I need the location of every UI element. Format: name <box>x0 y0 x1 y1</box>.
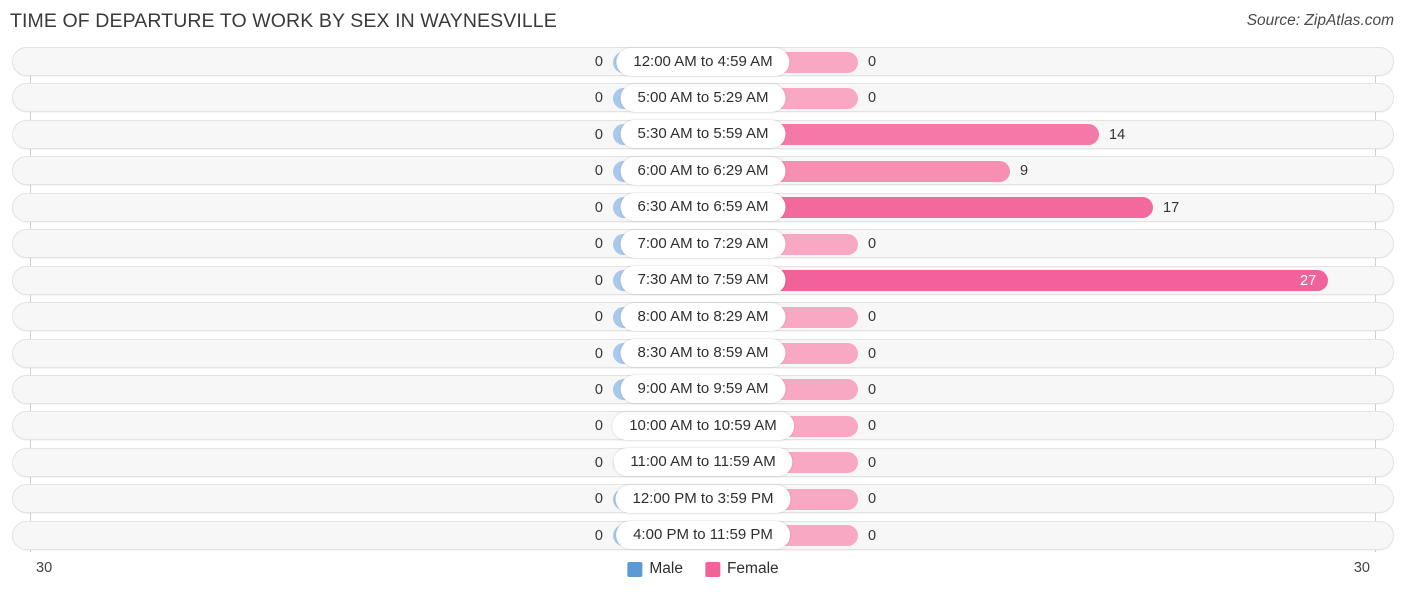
male-value-label: 0 <box>594 527 603 544</box>
page-title: TIME OF DEPARTURE TO WORK BY SEX IN WAYN… <box>10 10 557 32</box>
chart-row: 0 0 12:00 AM to 4:59 AM <box>0 46 1406 77</box>
category-label: 8:30 AM to 8:59 AM <box>620 339 786 367</box>
chart-footer: 30 30 Male Female <box>0 551 1406 595</box>
category-label: 7:30 AM to 7:59 AM <box>620 266 786 295</box>
male-value-label: 0 <box>594 236 603 253</box>
legend-item-male[interactable]: Male <box>627 560 683 578</box>
female-value-label: 14 <box>1109 126 1126 143</box>
female-value-label: 0 <box>868 381 877 398</box>
male-value-label: 0 <box>594 199 603 216</box>
chart-rows: 0 0 12:00 AM to 4:59 AM 0 0 5:00 AM to 5:29 A… <box>0 46 1406 556</box>
male-value-label: 0 <box>594 126 603 143</box>
chart-row: 0 0 11:00 AM to 11:59 AM <box>0 447 1406 478</box>
female-value-label: 0 <box>868 454 877 471</box>
female-value-label: 0 <box>868 90 877 107</box>
category-label: 9:00 AM to 9:59 AM <box>620 375 786 404</box>
female-value-label: 9 <box>1020 163 1029 180</box>
category-label: 8:00 AM to 8:29 AM <box>620 302 786 331</box>
female-value-label: 0 <box>868 236 877 253</box>
category-label: 7:00 AM to 7:29 AM <box>620 229 786 258</box>
female-value-label: 0 <box>868 309 877 326</box>
chart-row: 0 0 8:30 AM to 8:59 AM <box>0 338 1406 369</box>
legend-item-female[interactable]: Female <box>704 560 779 578</box>
source-attribution: Source: ZipAtlas.com <box>1246 12 1394 29</box>
male-value-label: 0 <box>594 345 603 362</box>
male-value-label: 0 <box>594 418 603 435</box>
category-label: 5:30 AM to 5:59 AM <box>620 120 786 149</box>
chart-row: 0 0 4:00 PM to 11:59 PM <box>0 520 1406 551</box>
legend-swatch-icon <box>704 561 720 577</box>
category-label: 4:00 PM to 11:59 PM <box>616 521 790 550</box>
male-value-label: 0 <box>594 454 603 471</box>
chart-row: 0 27 7:30 AM to 7:59 AM <box>0 265 1406 296</box>
category-label: 11:00 AM to 11:59 AM <box>613 448 793 477</box>
chart-row: 0 0 10:00 AM to 10:59 AM <box>0 410 1406 441</box>
female-value-label: 0 <box>868 491 877 508</box>
male-value-label: 0 <box>594 381 603 398</box>
chart-row: 0 0 9:00 AM to 9:59 AM <box>0 374 1406 405</box>
category-label: 5:00 AM to 5:29 AM <box>620 83 786 112</box>
legend-swatch-icon <box>627 561 643 577</box>
male-value-label: 0 <box>594 272 603 289</box>
male-value-label: 0 <box>594 54 603 70</box>
female-bar[interactable] <box>703 270 1328 292</box>
female-value-label: 0 <box>868 54 877 70</box>
chart-legend: Male Female <box>627 560 779 578</box>
legend-label: Female <box>726 560 779 577</box>
chart-row: 0 0 7:00 AM to 7:29 AM <box>0 228 1406 259</box>
category-label: 10:00 AM to 10:59 AM <box>612 411 794 440</box>
female-value-label: 0 <box>868 345 877 362</box>
category-label: 12:00 AM to 4:59 AM <box>616 47 790 76</box>
female-value-label: 0 <box>868 527 877 544</box>
male-value-label: 0 <box>594 90 603 107</box>
chart-row: 0 17 6:30 AM to 6:59 AM <box>0 192 1406 223</box>
chart-row: 0 0 12:00 PM to 3:59 PM <box>0 483 1406 514</box>
chart-row: 0 0 5:00 AM to 5:29 AM <box>0 82 1406 113</box>
chart-page: TIME OF DEPARTURE TO WORK BY SEX IN WAYN… <box>0 0 1406 595</box>
male-value-label: 0 <box>594 163 603 180</box>
chart-plot-area: 0 0 12:00 AM to 4:59 AM 0 0 5:00 AM to 5:29 A… <box>0 46 1406 552</box>
chart-header: TIME OF DEPARTURE TO WORK BY SEX IN WAYN… <box>0 0 1406 46</box>
legend-label: Male <box>649 560 683 577</box>
category-label: 6:00 AM to 6:29 AM <box>620 156 786 185</box>
axis-tick-right: 30 <box>1353 560 1370 576</box>
male-value-label: 0 <box>594 309 603 326</box>
male-value-label: 0 <box>594 491 603 508</box>
axis-tick-left: 30 <box>36 560 53 576</box>
category-label: 12:00 PM to 3:59 PM <box>615 484 791 513</box>
female-value-label: 27 <box>1300 272 1317 289</box>
chart-row: 0 0 8:00 AM to 8:29 AM <box>0 301 1406 332</box>
female-value-label: 0 <box>868 418 877 435</box>
chart-row: 0 14 5:30 AM to 5:59 AM <box>0 119 1406 150</box>
female-value-label: 17 <box>1163 199 1180 216</box>
chart-row: 0 9 6:00 AM to 6:29 AM <box>0 155 1406 186</box>
category-label: 6:30 AM to 6:59 AM <box>620 193 786 222</box>
